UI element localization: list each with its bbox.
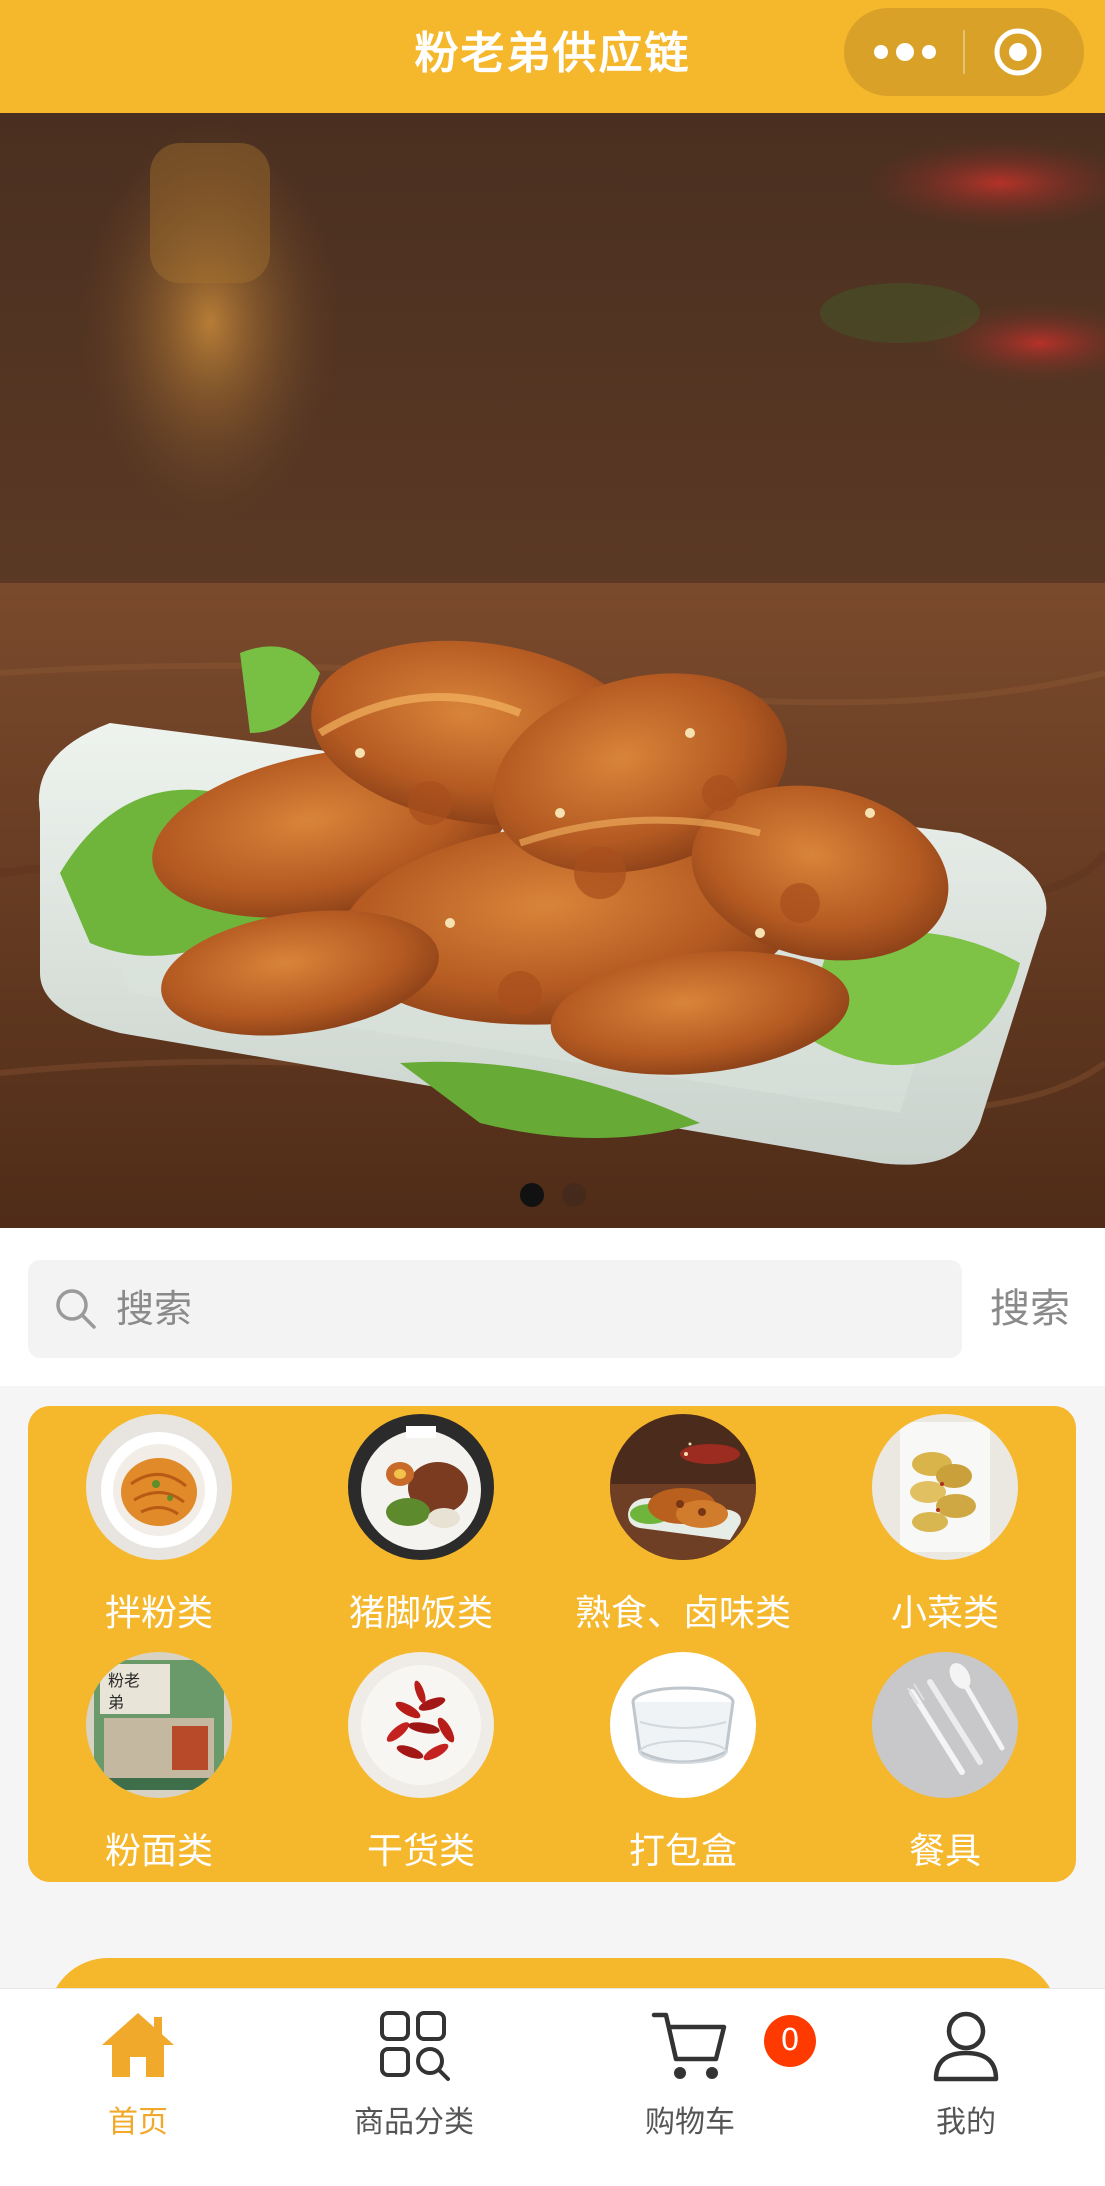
more-dots-icon[interactable] [872, 32, 938, 72]
capsule-divider [963, 30, 965, 74]
search-button[interactable]: 搜索 [990, 1260, 1080, 1358]
category-label: 餐具 [908, 1831, 981, 1872]
user-icon [933, 2011, 999, 2082]
search-box[interactable] [28, 1260, 962, 1358]
tab-label: 首页 [108, 2105, 168, 2140]
tab-categories[interactable]: 商品分类 [276, 1989, 552, 2149]
tab-label: 商品分类 [354, 2105, 474, 2140]
category-thumb [872, 1414, 1018, 1560]
category-item-mixed-noodles[interactable]: 拌粉类 [28, 1406, 290, 1636]
home-icon [102, 2013, 174, 2077]
category-thumb [610, 1414, 756, 1560]
category-label: 小菜类 [890, 1593, 999, 1634]
category-thumb [348, 1414, 494, 1560]
category-item-tableware[interactable]: 餐具 [814, 1644, 1076, 1874]
category-thumb [872, 1652, 1018, 1798]
svg-text:粉老: 粉老 [108, 1671, 140, 1690]
category-item-takeout-box[interactable]: 打包盒 [552, 1644, 814, 1874]
category-label: 猪脚饭类 [348, 1593, 493, 1634]
cart-icon [651, 2012, 727, 2079]
tab-cart[interactable]: 购物车 [552, 1989, 828, 2149]
banner-carousel[interactable] [0, 113, 1105, 1228]
carousel-dot-active[interactable] [519, 1183, 544, 1207]
category-item-pork-trotter-rice[interactable]: 猪脚饭类 [290, 1406, 552, 1636]
banner-image [0, 113, 1105, 1228]
mini-program-page: 粉老弟供应链 搜索 搜索 拌粉类 猪脚饭类 熟食、卤味类 小菜类 粉老 弟 粉面… [0, 0, 1105, 2186]
tab-label: 我的 [936, 2105, 996, 2140]
category-grid: 拌粉类 猪脚饭类 熟食、卤味类 小菜类 粉老 弟 粉面类 干货类 打包盒 餐具 [28, 1406, 1076, 1882]
category-item-braised-food[interactable]: 熟食、卤味类 [552, 1406, 814, 1636]
cart-count-badge: 0 [764, 2015, 816, 2067]
search-input[interactable] [116, 1260, 936, 1358]
category-item-side-dish[interactable]: 小菜类 [814, 1406, 1076, 1636]
search-section: 搜索 [0, 1228, 1105, 1386]
category-label: 熟食、卤味类 [574, 1593, 791, 1634]
tab-profile[interactable]: 我的 [828, 1989, 1104, 2149]
category-thumb: 粉老 弟 [86, 1652, 232, 1798]
category-label: 打包盒 [628, 1831, 737, 1872]
carousel-indicators [0, 1183, 1105, 1207]
category-label: 粉面类 [104, 1831, 213, 1872]
capsule-menu [844, 8, 1084, 96]
category-thumb [86, 1414, 232, 1560]
category-label: 拌粉类 [104, 1593, 213, 1634]
category-item-dry-goods[interactable]: 干货类 [290, 1644, 552, 1874]
tab-label: 购物车 [645, 2105, 735, 2140]
category-label: 干货类 [366, 1831, 475, 1872]
category-item-noodles[interactable]: 粉老 弟 粉面类 [28, 1644, 290, 1874]
category-thumb [348, 1652, 494, 1798]
top-nav-bar: 粉老弟供应链 [0, 0, 1105, 113]
category-thumb [610, 1652, 756, 1798]
tab-home[interactable]: 首页 [0, 1989, 276, 2149]
bottom-tab-bar: 首页 商品分类 购物车 0 我的 [0, 1988, 1105, 2186]
grid-search-icon [380, 2011, 450, 2081]
target-circle-icon[interactable] [992, 26, 1044, 78]
carousel-dot[interactable] [561, 1183, 586, 1207]
svg-text:弟: 弟 [108, 1693, 124, 1712]
search-icon [56, 1289, 96, 1329]
